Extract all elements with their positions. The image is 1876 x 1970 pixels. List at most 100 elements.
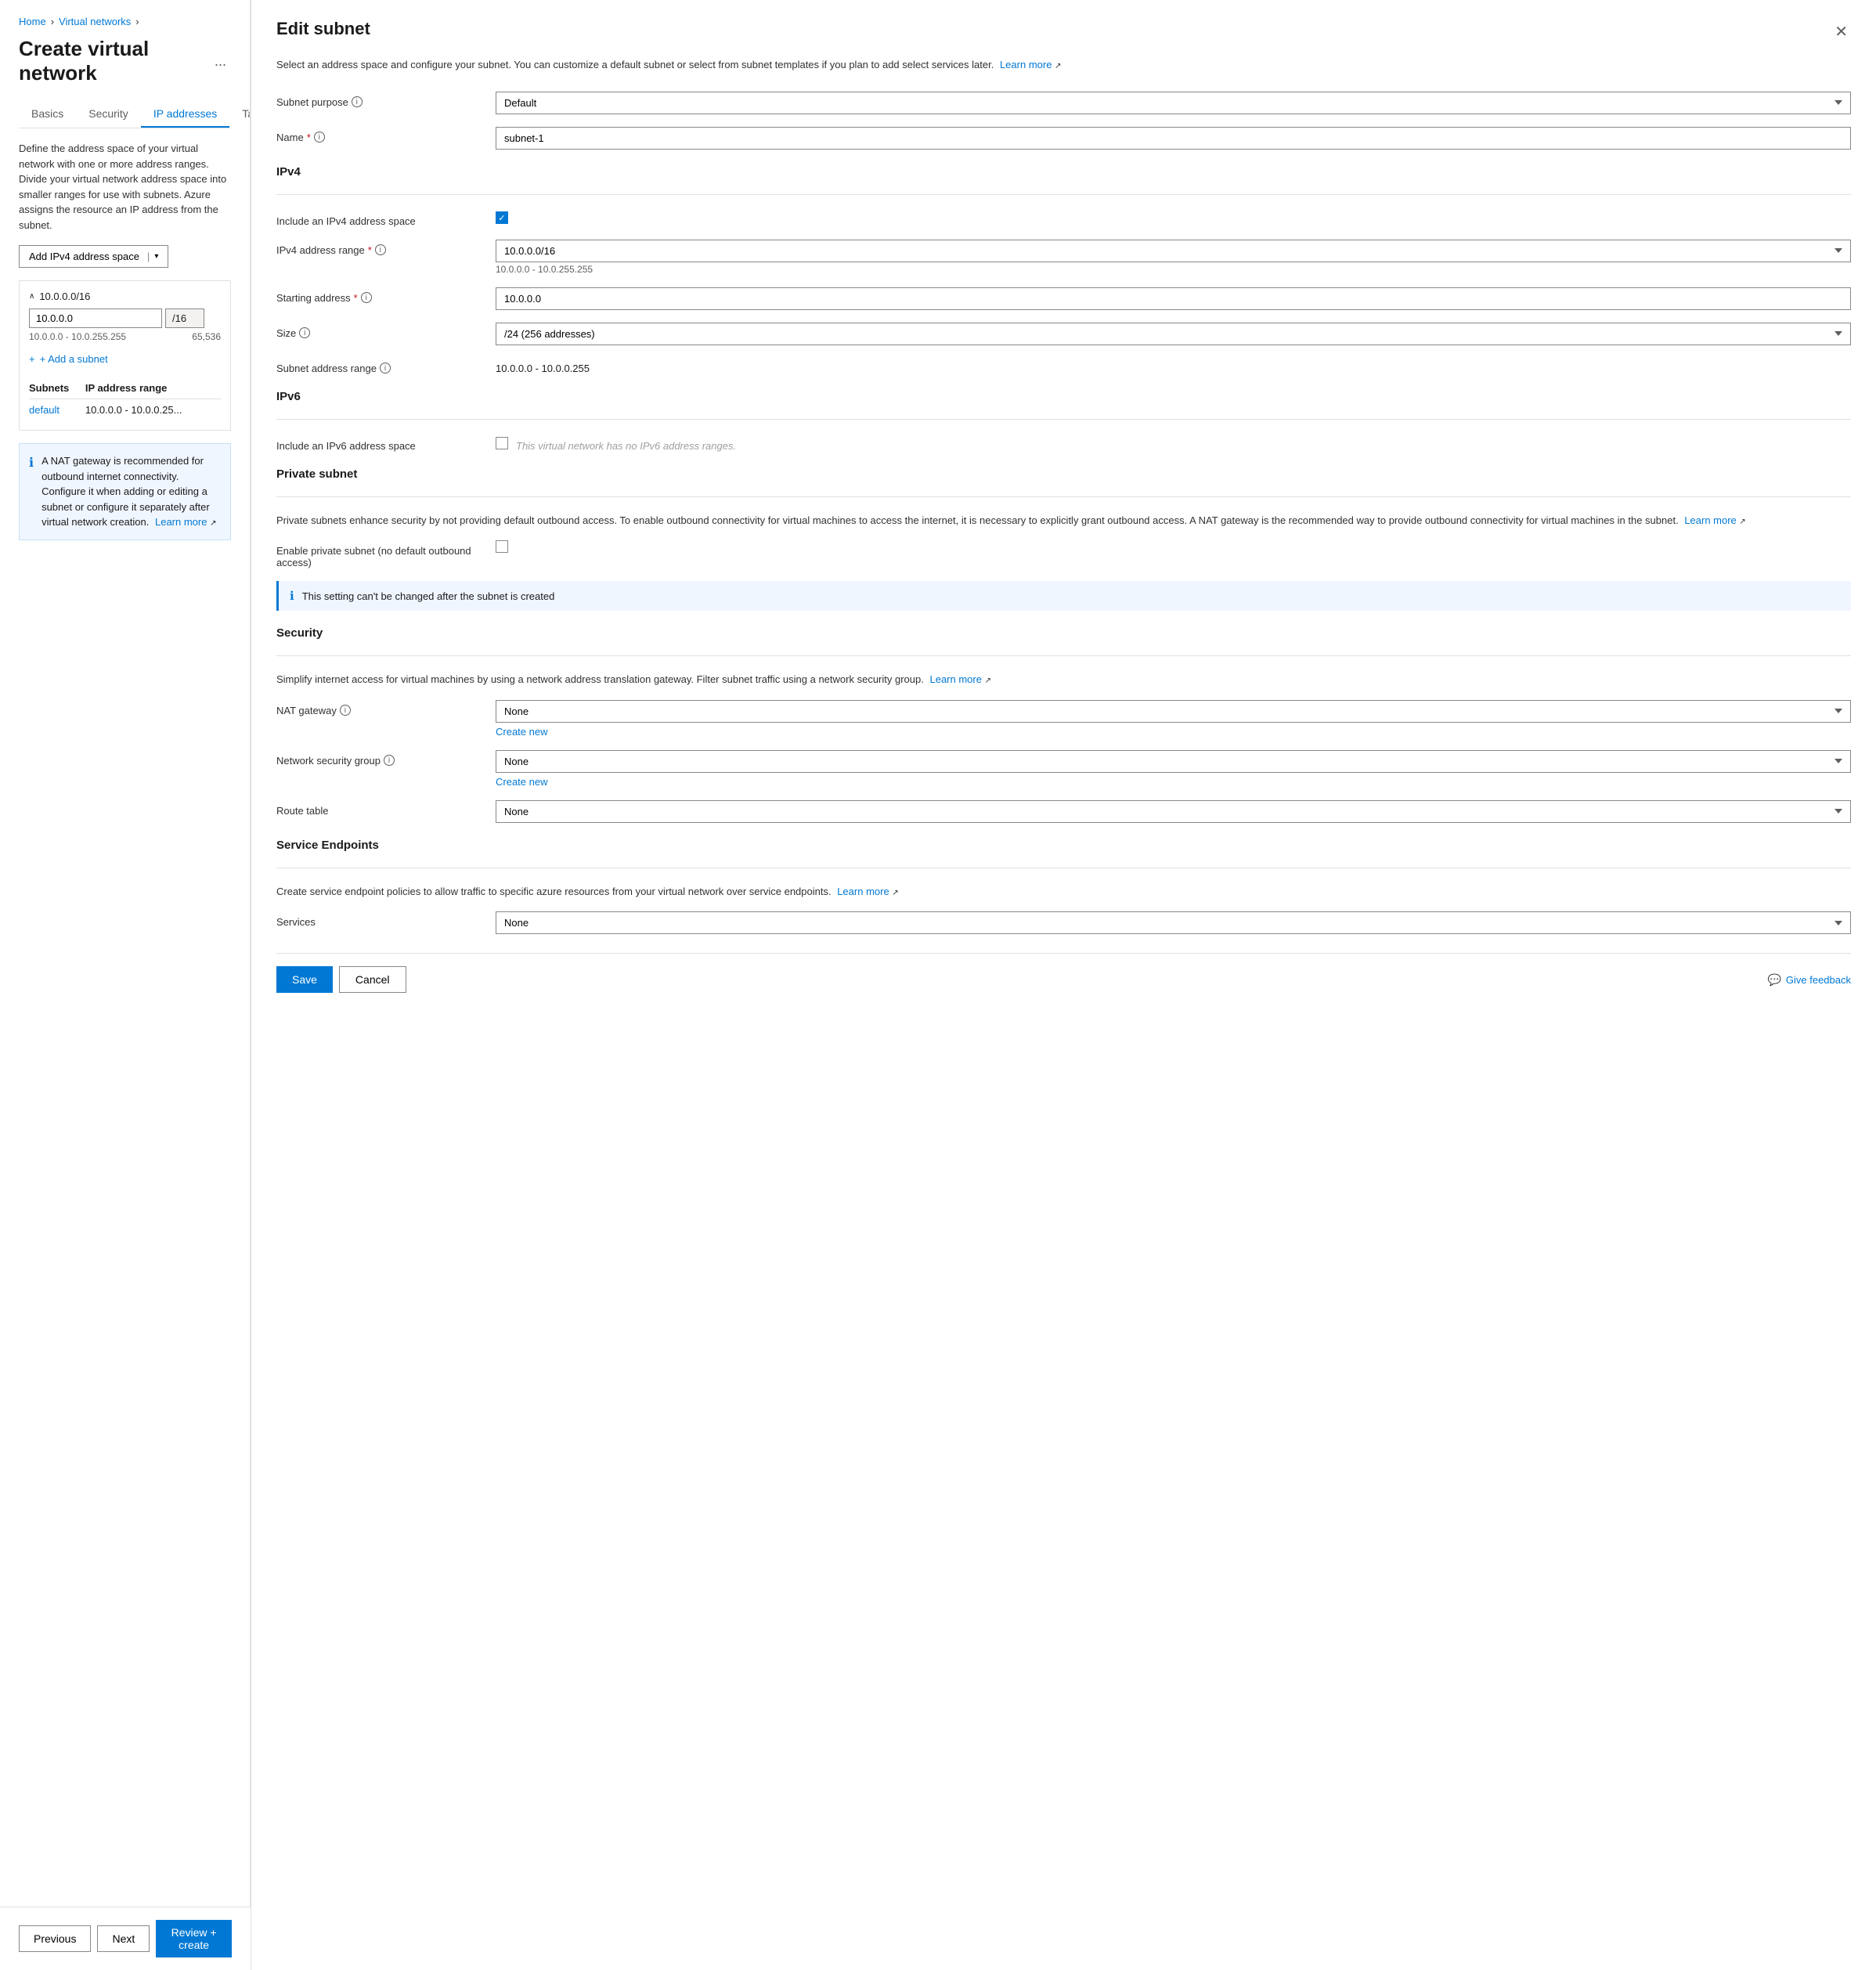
service-endpoints-learn-more-link[interactable]: Learn more: [837, 886, 889, 897]
size-info-icon[interactable]: i: [299, 327, 310, 338]
subnet-range-value: 10.0.0.0 - 10.0.0.255: [496, 358, 1851, 374]
add-ipv4-button[interactable]: Add IPv4 address space | ▾: [19, 245, 168, 268]
include-ipv6-row: Include an IPv6 address space This virtu…: [276, 435, 1851, 452]
private-learn-more-link[interactable]: Learn more: [1684, 514, 1736, 526]
ellipsis-button[interactable]: ...: [210, 52, 231, 71]
nsg-create-link[interactable]: Create new: [496, 776, 1851, 788]
breadcrumb-sep1: ›: [51, 16, 54, 27]
page-title: Create virtual network: [19, 37, 204, 85]
plus-icon: +: [29, 353, 35, 365]
name-info-icon[interactable]: i: [314, 132, 325, 143]
include-ipv6-control: This virtual network has no IPv6 address…: [496, 435, 1851, 452]
address-range-text: 10.0.0.0 - 10.0.255.255: [29, 331, 126, 342]
give-feedback-link[interactable]: 💬 Give feedback: [1767, 973, 1851, 987]
breadcrumb-virtual-networks[interactable]: Virtual networks: [59, 16, 131, 27]
subnet-purpose-select[interactable]: Default Azure Bastion Azure Firewall: [496, 92, 1851, 114]
security-section-title: Security: [276, 626, 1851, 640]
address-range-row: 10.0.0.0 - 10.0.255.255 65,536: [29, 331, 221, 344]
breadcrumb-sep2: ›: [135, 16, 139, 27]
nsg-info-icon[interactable]: i: [384, 755, 395, 766]
breadcrumb-home[interactable]: Home: [19, 16, 46, 27]
ipv4-range-select[interactable]: 10.0.0.0/16: [496, 240, 1851, 262]
nat-gateway-row: NAT gateway i None Create new: [276, 700, 1851, 738]
nsg-row: Network security group i None Create new: [276, 750, 1851, 788]
include-ipv4-checkbox[interactable]: [496, 211, 508, 224]
size-select[interactable]: /24 (256 addresses) /25 (128 addresses) …: [496, 323, 1851, 345]
private-subnet-desc: Private subnets enhance security by not …: [276, 513, 1851, 529]
nat-gateway-create-link[interactable]: Create new: [496, 726, 1851, 738]
review-create-button[interactable]: Review + create: [156, 1920, 232, 1957]
size-label: Size i: [276, 323, 496, 339]
panel-header: Edit subnet ✕: [276, 19, 1851, 45]
ipv4-range-control: 10.0.0.0/16 10.0.0.0 - 10.0.255.255: [496, 240, 1851, 275]
services-control: None: [496, 911, 1851, 934]
cidr-box: /16: [165, 308, 204, 328]
include-ipv4-row: Include an IPv4 address space: [276, 211, 1851, 227]
nat-gateway-info-icon[interactable]: i: [340, 705, 351, 716]
subnet-range-row: Subnet address range i 10.0.0.0 - 10.0.0…: [276, 358, 1851, 374]
nsg-select[interactable]: None: [496, 750, 1851, 773]
breadcrumb: Home › Virtual networks ›: [19, 16, 231, 27]
subnet-purpose-label: Subnet purpose i: [276, 92, 496, 108]
tab-ip-addresses[interactable]: IP addresses: [141, 101, 229, 128]
subnets-table: Subnets IP address range default 10.0.0.…: [29, 377, 221, 420]
left-panel: Home › Virtual networks › Create virtual…: [0, 0, 251, 1970]
address-block-title: 10.0.0.0/16: [39, 290, 90, 302]
ipv4-range-label: IPv4 address range * i: [276, 240, 496, 256]
external-link-icon5: ↗: [892, 889, 898, 897]
enable-private-checkbox[interactable]: [496, 540, 508, 553]
starting-address-input[interactable]: [496, 287, 1851, 310]
nat-learn-more-link[interactable]: Learn more: [155, 516, 207, 528]
table-row: default 10.0.0.0 - 10.0.0.25...: [29, 399, 221, 421]
subnet-purpose-row: Subnet purpose i Default Azure Bastion A…: [276, 92, 1851, 114]
subnet-purpose-info-icon[interactable]: i: [352, 96, 363, 107]
feedback-icon: 💬: [1767, 973, 1780, 987]
route-table-control: None: [496, 800, 1851, 823]
service-endpoints-section-title: Service Endpoints: [276, 839, 1851, 852]
starting-address-info-icon[interactable]: i: [361, 292, 372, 303]
ipv6-divider: [276, 419, 1851, 420]
panel-description: Select an address space and configure yo…: [276, 57, 1851, 73]
cancel-button[interactable]: Cancel: [339, 966, 406, 993]
ipv4-divider: [276, 194, 1851, 195]
route-table-select[interactable]: None: [496, 800, 1851, 823]
add-subnet-button[interactable]: + + Add a subnet: [29, 350, 108, 368]
next-button[interactable]: Next: [97, 1925, 150, 1952]
enable-private-row: Enable private subnet (no default outbou…: [276, 540, 1851, 568]
include-ipv6-checkbox[interactable]: [496, 437, 508, 449]
subnet-range-info-icon[interactable]: i: [380, 363, 391, 373]
enable-private-label: Enable private subnet (no default outbou…: [276, 540, 496, 568]
address-input[interactable]: [29, 308, 162, 328]
security-desc: Simplify internet access for virtual mac…: [276, 672, 1851, 687]
left-description: Define the address space of your virtual…: [19, 141, 231, 233]
private-info-note: ℹ This setting can't be changed after th…: [276, 581, 1851, 611]
nat-gateway-select[interactable]: None: [496, 700, 1851, 723]
panel-learn-more-link[interactable]: Learn more: [1000, 59, 1052, 70]
subnet-default-link[interactable]: default: [29, 404, 60, 416]
previous-button[interactable]: Previous: [19, 1925, 91, 1952]
ipv4-range-info-icon[interactable]: i: [375, 244, 386, 255]
tab-basics[interactable]: Basics: [19, 101, 76, 128]
private-subnet-section-title: Private subnet: [276, 467, 1851, 481]
external-link-icon2: ↗: [1055, 62, 1061, 70]
include-ipv4-control: [496, 211, 1851, 225]
external-link-icon: ↗: [210, 519, 216, 528]
close-button[interactable]: ✕: [1831, 19, 1851, 45]
tab-security[interactable]: Security: [76, 101, 141, 128]
starting-required-star: *: [354, 292, 358, 304]
pipe-separator: |: [147, 251, 150, 262]
col-ip-range: IP address range: [85, 377, 221, 399]
ipv4-section-title: IPv4: [276, 165, 1851, 179]
services-label: Services: [276, 911, 496, 928]
subnet-range-label: Subnet address range i: [276, 358, 496, 374]
save-button[interactable]: Save: [276, 966, 333, 993]
size-control: /24 (256 addresses) /25 (128 addresses) …: [496, 323, 1851, 345]
name-input[interactable]: [496, 127, 1851, 150]
services-select[interactable]: None: [496, 911, 1851, 934]
info-icon: ℹ: [29, 454, 34, 530]
tab-tags[interactable]: Tags: [229, 101, 251, 128]
add-subnet-label: + Add a subnet: [40, 353, 108, 365]
tabs-container: Basics Security IP addresses Tags Review: [19, 101, 231, 128]
security-learn-more-link[interactable]: Learn more: [929, 673, 981, 685]
edit-subnet-panel: Edit subnet ✕ Select an address space an…: [251, 0, 1876, 1970]
